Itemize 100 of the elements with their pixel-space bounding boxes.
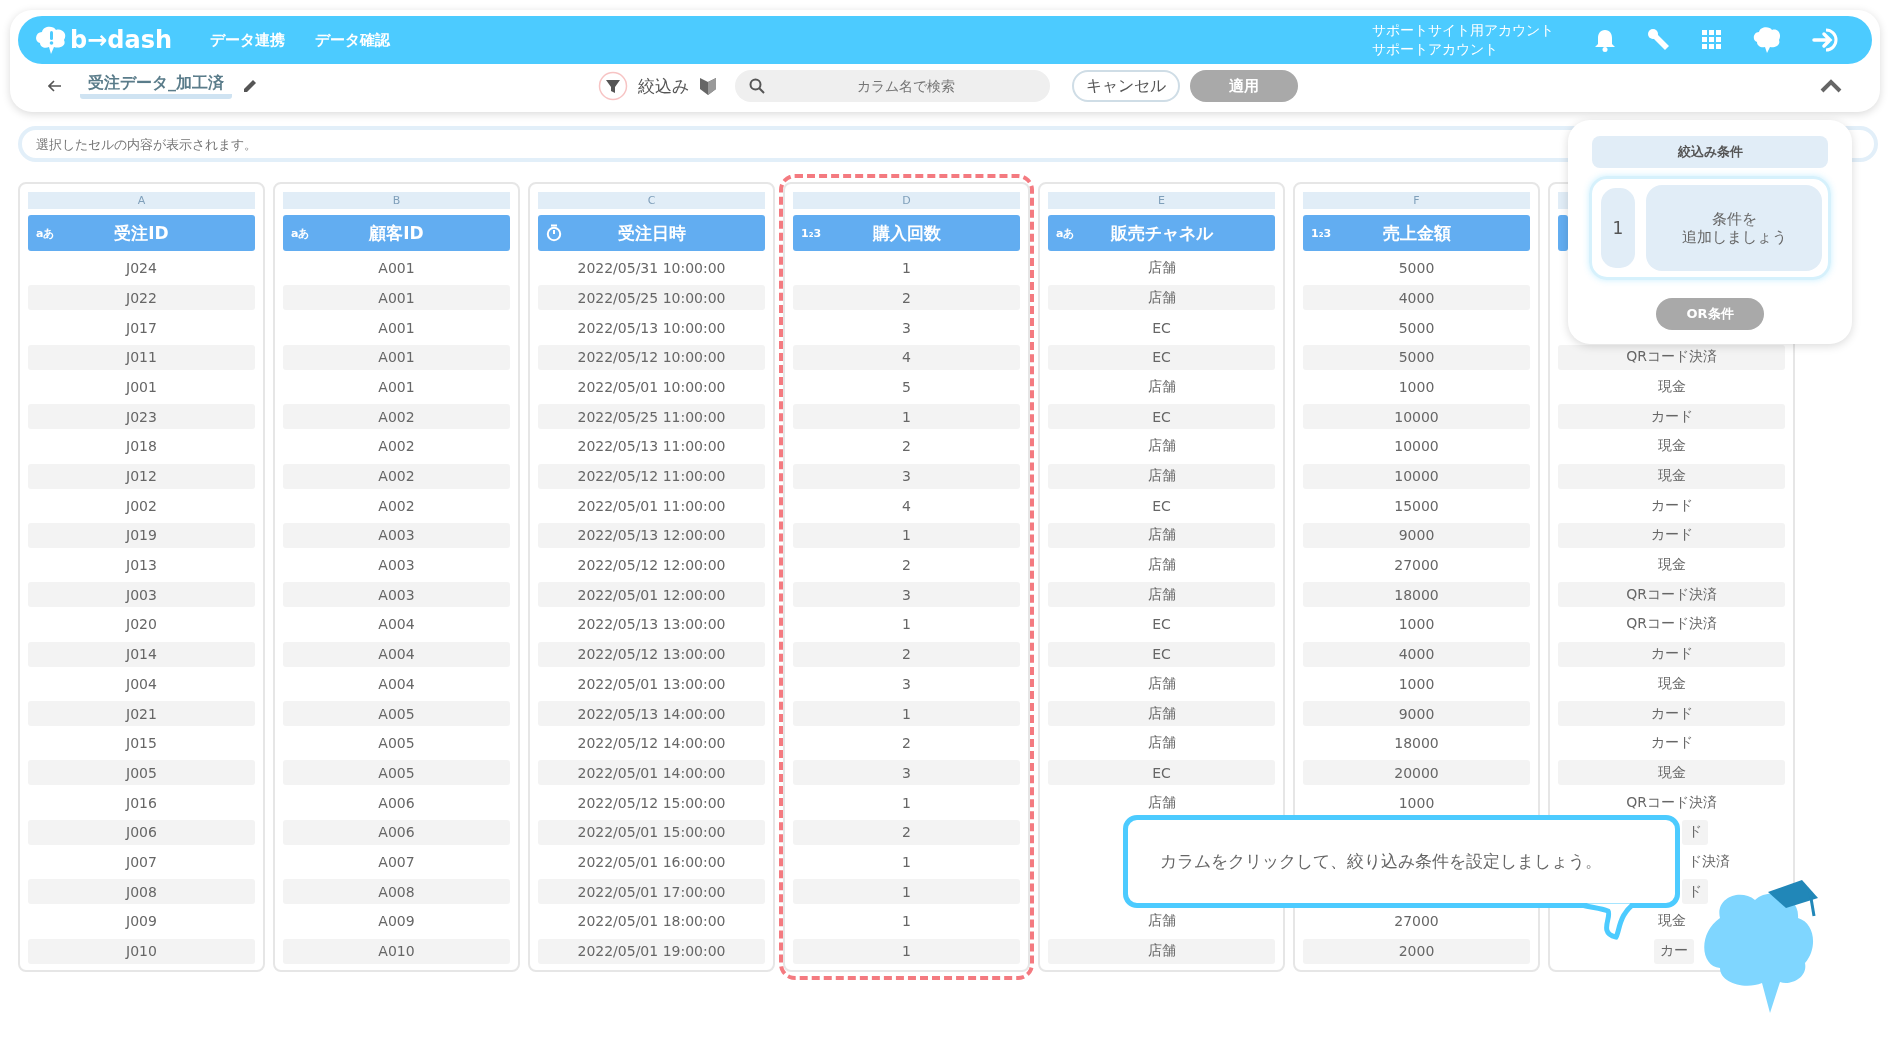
table-cell: A001 <box>283 285 510 311</box>
table-cell: EC <box>1152 497 1171 514</box>
table-cell: 5 <box>902 378 911 395</box>
table-cell: A002 <box>378 438 415 455</box>
column-letter[interactable]: E <box>1048 192 1275 209</box>
column-letter[interactable]: A <box>28 192 255 209</box>
table-cell: 5000 <box>1398 319 1435 336</box>
back-arrow-icon[interactable] <box>48 80 62 92</box>
table-cell: J001 <box>126 378 157 395</box>
table-cell: J006 <box>28 819 255 845</box>
table-cell: 現金 <box>1657 674 1686 693</box>
table-cell: J002 <box>126 497 157 514</box>
table-cell: カード <box>1558 701 1785 726</box>
bell-icon[interactable] <box>1594 28 1616 52</box>
cloud-icon[interactable] <box>1752 26 1782 54</box>
table-cell: J011 <box>28 344 255 370</box>
table-cell: 現金 <box>1558 463 1785 489</box>
table-cell: J003 <box>28 582 255 608</box>
column-letter[interactable]: F <box>1303 192 1530 209</box>
table-cell: 店舗 <box>1048 582 1275 608</box>
table-cell: EC <box>1152 616 1171 633</box>
table-cell: 4000 <box>1303 641 1530 667</box>
table-cell: 2022/05/01 11:00:00 <box>577 497 726 514</box>
table-cell: J016 <box>126 794 157 811</box>
table-cell: A003 <box>378 557 415 574</box>
table-cell: 現金 <box>1657 437 1686 456</box>
table-cell: A010 <box>283 938 510 964</box>
search-field[interactable]: カラム名で検索 <box>735 70 1050 102</box>
account-name: サポートアカウント <box>1372 40 1499 59</box>
table-cell: 1 <box>793 404 1020 430</box>
table-cell: 10000 <box>1303 404 1530 430</box>
table-cell: 5000 <box>1398 260 1435 277</box>
column-title: 販売チャネル <box>1110 221 1213 245</box>
table-cell: J010 <box>28 938 255 964</box>
search-icon <box>749 78 765 94</box>
nav-link[interactable]: データ連携 <box>210 30 286 50</box>
cancel-button[interactable]: キャンセル <box>1072 70 1180 102</box>
table-cell: J004 <box>126 675 157 692</box>
column-header[interactable]: 受注日時 <box>538 215 765 251</box>
wrench-icon[interactable] <box>1646 27 1672 53</box>
table-cell: 20000 <box>1303 760 1530 786</box>
column-header[interactable]: aあ 販売チャネル <box>1048 215 1275 251</box>
table-cell: 10000 <box>1394 438 1439 455</box>
column-header[interactable]: aあ 顧客ID <box>283 215 510 251</box>
filter-icon[interactable] <box>598 71 628 101</box>
table-cell: 4 <box>902 497 911 514</box>
table-cell: J012 <box>28 463 255 489</box>
dataset-title[interactable]: 受注データ_加工済 <box>80 73 232 99</box>
table-cell: A002 <box>283 463 510 489</box>
table-cell: ド <box>1682 879 1708 905</box>
table-cell: 2022/05/13 11:00:00 <box>577 438 726 455</box>
column-header[interactable]: 1₂3 売上金額 <box>1303 215 1530 251</box>
table-cell: A003 <box>283 582 510 608</box>
column-letter[interactable] <box>1558 192 1568 209</box>
add-condition-button[interactable]: 条件を 追加しましょう <box>1646 185 1822 271</box>
table-cell: A005 <box>378 735 415 752</box>
column-letter[interactable]: C <box>538 192 765 209</box>
table-cell: 店舗 <box>1048 285 1275 311</box>
table-cell: 9000 <box>1303 701 1530 726</box>
table-cell: 3 <box>902 675 911 692</box>
table-cell: 2022/05/13 10:00:00 <box>577 319 726 336</box>
table-cell: 1 <box>793 701 1020 726</box>
table-cell: 1 <box>793 879 1020 905</box>
table-cell: 現金 <box>1657 377 1686 396</box>
nav-link[interactable]: データ確認 <box>315 30 391 50</box>
table-cell: 1 <box>793 938 1020 964</box>
table-cell: A003 <box>283 522 510 548</box>
table-cell: 18000 <box>1303 582 1530 608</box>
column-letter[interactable]: D <box>793 192 1020 209</box>
table-column[interactable]: A aあ 受注ID J024 J022 J017 J011 J001 J023 J018 J012 J002 J019 J013 J003 J020 J014 J004 J021 J015 J005 J016 J006 J007 J008 J009 J010 <box>18 182 265 972</box>
chevron-up-icon[interactable] <box>1820 79 1842 93</box>
table-cell: 2 <box>793 641 1020 667</box>
column-header[interactable]: 1₂3 購入回数 <box>793 215 1020 251</box>
column-header[interactable] <box>1558 215 1568 251</box>
logo[interactable]: b→dash <box>70 26 173 54</box>
table-cell: 1000 <box>1398 794 1435 811</box>
table-cell: 2022/05/01 14:00:00 <box>538 760 765 786</box>
grid-icon[interactable] <box>1702 30 1722 50</box>
column-title: 受注日時 <box>617 221 686 245</box>
table-cell: A004 <box>283 641 510 667</box>
table-cell: 店舗 <box>1147 793 1176 812</box>
type-label: aあ <box>291 225 310 241</box>
pencil-icon[interactable] <box>242 78 258 94</box>
table-column[interactable] <box>528 182 775 972</box>
table-column[interactable]: B aあ 顧客ID A001 A001 A001 A001 A001 A002 A002 A002 A002 A003 A003 A003 A004 A004 A004 A005 A005 A005 A006 A006 A007 A008 A009 A010 <box>273 182 520 972</box>
table-cell: 10000 <box>1303 463 1530 489</box>
shield-icon[interactable] <box>699 75 717 97</box>
table-cell: 2022/05/12 14:00:00 <box>577 735 726 752</box>
table-cell: J009 <box>126 913 157 930</box>
table-cell: 店舗 <box>1048 463 1275 489</box>
table-cell: 現金 <box>1657 912 1686 931</box>
table-cell: 1 <box>902 794 911 811</box>
table-cell: J015 <box>126 735 157 752</box>
table-cell: J008 <box>28 879 255 905</box>
column-header[interactable]: aあ 受注ID <box>28 215 255 251</box>
table-cell: 2022/05/01 17:00:00 <box>538 879 765 905</box>
table-cell: J023 <box>28 404 255 430</box>
table-cell: 1000 <box>1398 675 1435 692</box>
table-cell: J005 <box>28 760 255 786</box>
column-letter[interactable]: B <box>283 192 510 209</box>
